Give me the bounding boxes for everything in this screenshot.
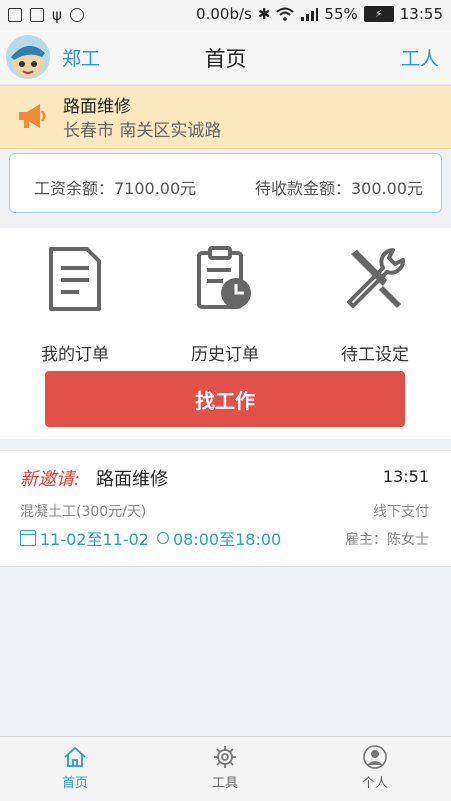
tab-tools[interactable]: 工具 (150, 745, 300, 791)
menu-item-standby-settings[interactable]: 待工设定 (300, 246, 450, 365)
document-icon (49, 247, 101, 311)
username[interactable]: 郑工 (62, 44, 100, 71)
wage-balance: 工资余额：7100.00元 (34, 179, 197, 198)
avatar-character-icon (11, 45, 45, 77)
home-icon (64, 746, 86, 767)
balance-card: 工资余额：7100.00元 待收款金额：300.00元 (9, 153, 442, 213)
menu-label: 历史订单 (191, 345, 259, 365)
tools-icon (347, 248, 405, 308)
clipboard-clock-icon (197, 246, 251, 309)
clock-icon (157, 532, 169, 544)
role-switch[interactable]: 工人 (401, 44, 439, 71)
signal-icon (301, 8, 319, 21)
tab-label: 首页 (61, 776, 88, 791)
megaphone-icon (19, 104, 46, 128)
clock: 13:55 (399, 5, 443, 23)
usb-icon: ψ (52, 6, 62, 24)
tab-home[interactable]: 首页 (0, 745, 150, 791)
status-bar: ψ 0.00b/s ✱ 55% ⚡ 13:55 (0, 0, 451, 30)
invitation-title: 路面维修 (96, 469, 168, 490)
more-icon (69, 8, 84, 22)
employer: 雇主：陈女士 (345, 532, 429, 548)
tab-label: 工具 (211, 776, 238, 791)
quick-menu: 我的订单 历史订单 待工设定 找工作 (0, 228, 451, 439)
invitation-time: 13:51 (382, 467, 429, 486)
bottom-tab-bar: 首页 工具 个人 (0, 736, 451, 801)
notice-location: 长春市 南关区实诚路 (63, 121, 222, 141)
invitation-card[interactable]: 新邀请: 路面维修 13:51 混凝土工(300元/天) 线下支付 11-02至… (0, 450, 451, 567)
notice-title: 路面维修 (63, 97, 131, 117)
date-range: 11-02至11-02 (40, 530, 149, 549)
invitation-tag: 新邀请: (20, 469, 81, 490)
calendar-icon (20, 530, 36, 546)
notice-bar[interactable]: 路面维修 长春市 南关区实诚路 (0, 85, 451, 149)
tab-label: 个人 (361, 776, 388, 791)
receivable-amount: 待收款金额：300.00元 (255, 179, 423, 198)
image-icon (30, 8, 44, 22)
trash-icon (8, 8, 22, 22)
time-range: 08:00至18:00 (173, 530, 282, 549)
payment-method: 线下支付 (373, 504, 429, 520)
network-speed: 0.00b/s (196, 5, 252, 23)
schedule: 11-02至11-02 08:00至18:00 (20, 526, 281, 550)
menu-item-history-orders[interactable]: 历史订单 (150, 246, 300, 365)
avatar[interactable] (6, 35, 50, 79)
wifi-icon (276, 7, 295, 21)
bluetooth-icon: ✱ (257, 5, 271, 23)
gear-icon (214, 746, 236, 768)
work-type: 混凝土工(300元/天) (20, 504, 147, 520)
battery-percent: 55% (324, 5, 358, 23)
menu-item-my-orders[interactable]: 我的订单 (0, 246, 150, 365)
battery-icon: ⚡ (363, 6, 394, 22)
find-job-button[interactable]: 找工作 (45, 371, 405, 427)
person-icon (363, 745, 387, 769)
tab-profile[interactable]: 个人 (300, 745, 450, 791)
menu-label: 我的订单 (41, 345, 109, 365)
menu-label: 待工设定 (341, 345, 409, 365)
app-header: 郑工 首页 工人 (0, 30, 451, 85)
